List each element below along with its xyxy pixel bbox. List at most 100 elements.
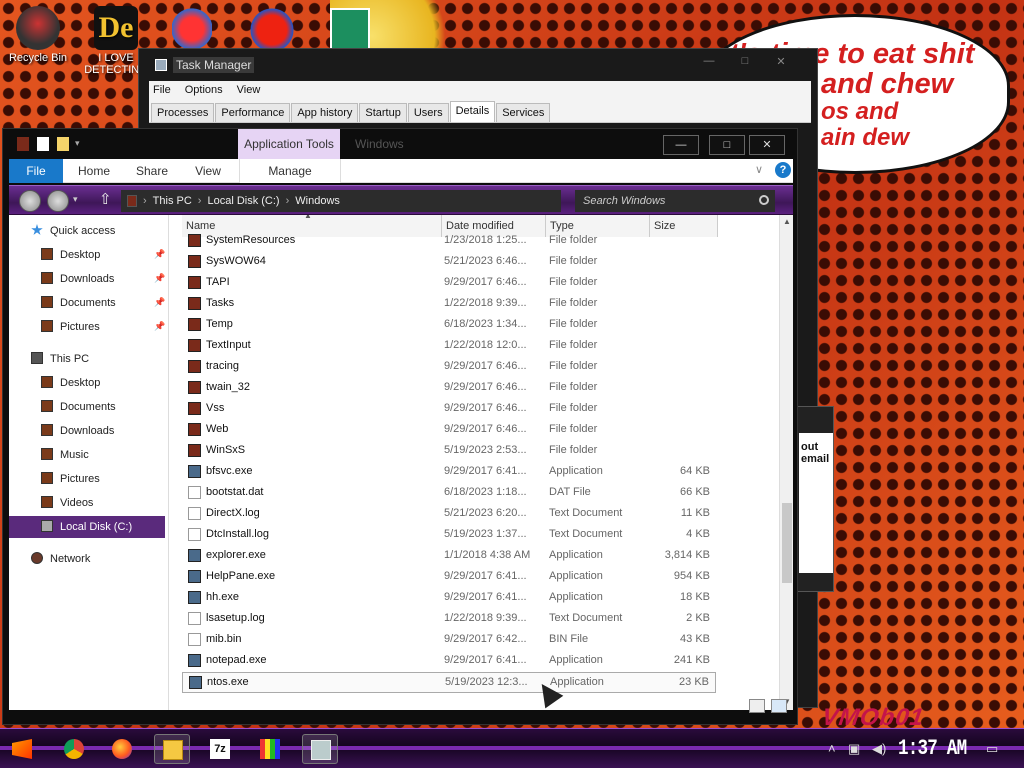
file-row[interactable]: SystemResources 1/23/2018 1:25... File fol… <box>182 231 716 252</box>
file-row[interactable]: WinSxS 5/19/2023 2:53... File folder <box>182 441 716 462</box>
nav-pc-downloads[interactable]: Downloads <box>41 420 114 442</box>
taskbar-paint[interactable] <box>252 734 288 764</box>
file-row[interactable]: Tasks 1/22/2018 9:39... File folder <box>182 294 716 315</box>
nav-pc-videos[interactable]: Videos <box>41 492 93 514</box>
taskbar-7zip[interactable]: 7z <box>202 734 238 764</box>
tab-performance[interactable]: Performance <box>215 103 291 122</box>
notifications-icon[interactable]: ▭ <box>986 741 998 757</box>
file-row[interactable]: SysWOW64 5/21/2023 6:46... File folder <box>182 252 716 273</box>
help-icon[interactable]: ? <box>775 162 791 178</box>
file-row[interactable]: DtcInstall.log 5/19/2023 1:37... Text Docu… <box>182 525 716 546</box>
file-row[interactable]: DirectX.log 5/21/2023 6:20... Text Documen… <box>182 504 716 525</box>
nav-local-disk[interactable]: Local Disk (C:) <box>9 516 165 538</box>
file-row[interactable]: ntos.exe 5/19/2023 12:3... Application 23 K… <box>182 672 716 693</box>
nav-quick-pictures[interactable]: Pictures <box>41 316 100 338</box>
desktop-icon-recycle-bin[interactable]: Recycle Bin <box>0 6 76 64</box>
background-dialog[interactable]: out email <box>796 406 834 592</box>
file-row[interactable]: Web 9/29/2017 6:46... File folder <box>182 420 716 441</box>
expand-ribbon-icon[interactable]: ∨ <box>755 163 763 176</box>
taskbar-chrome[interactable] <box>56 734 92 764</box>
ribbon-tab-manage[interactable]: Manage <box>239 159 341 183</box>
nav-network[interactable]: Network <box>31 548 90 570</box>
nav-pc-pictures[interactable]: Pictures <box>41 468 100 490</box>
nav-quick-desktop[interactable]: Desktop <box>41 244 100 266</box>
pin-icon[interactable]: 📌 <box>154 249 165 260</box>
menu-file[interactable]: File <box>153 84 171 96</box>
breadcrumb-windows[interactable]: Windows <box>295 195 340 207</box>
pin-icon[interactable]: 📌 <box>154 273 165 284</box>
breadcrumb-local-disk[interactable]: Local Disk (C:) <box>207 195 279 207</box>
back-button[interactable] <box>19 190 41 212</box>
close-button[interactable]: ✕ <box>749 135 785 155</box>
vertical-scrollbar[interactable]: ▲ ▼ <box>779 215 793 710</box>
large-icons-view-icon[interactable] <box>771 699 787 713</box>
explorer-window[interactable]: ▾ Application Tools Windows — □ ✕ File H… <box>2 128 798 725</box>
file-row[interactable]: bfsvc.exe 9/29/2017 6:41... Application 64 … <box>182 462 716 483</box>
file-row[interactable]: explorer.exe 1/1/2018 4:38 AM Application 3… <box>182 546 716 567</box>
file-row[interactable]: Vss 9/29/2017 6:46... File folder <box>182 399 716 420</box>
network-tray-icon[interactable]: ▣ <box>848 741 860 757</box>
menu-view[interactable]: View <box>237 84 261 96</box>
file-row[interactable]: twain_32 9/29/2017 6:46... File folder <box>182 378 716 399</box>
file-row[interactable]: bootstat.dat 6/18/2023 1:18... DAT File 66 … <box>182 483 716 504</box>
file-row[interactable]: mib.bin 9/29/2017 6:42... BIN File 43 KB <box>182 630 716 651</box>
nav-quick-documents[interactable]: Documents <box>41 292 116 314</box>
close-button[interactable]: ✕ <box>767 55 795 73</box>
show-hidden-icons-icon[interactable]: ˄ <box>828 741 836 756</box>
address-bar[interactable]: › This PC › Local Disk (C:) › Windows <box>121 190 561 212</box>
scroll-thumb[interactable] <box>782 503 792 583</box>
nav-quick-access[interactable]: Quick access <box>31 220 115 242</box>
breadcrumb-this-pc[interactable]: This PC <box>153 195 192 207</box>
nav-quick-downloads[interactable]: Downloads <box>41 268 114 290</box>
file-row[interactable]: notepad.exe 9/29/2017 6:41... Application 2… <box>182 651 716 672</box>
maximize-button[interactable]: □ <box>731 55 759 73</box>
p-logo-icon[interactable] <box>248 8 296 52</box>
recent-locations-icon[interactable]: ▾ <box>73 194 78 205</box>
nav-pc-documents[interactable]: Documents <box>41 396 116 418</box>
new-folder-icon[interactable] <box>57 137 69 151</box>
minimize-button[interactable]: — <box>663 135 699 155</box>
chevron-down-icon[interactable]: ▾ <box>75 138 80 149</box>
search-icon[interactable] <box>759 195 769 205</box>
tab-users[interactable]: Users <box>407 103 449 122</box>
window-icon[interactable] <box>17 137 29 151</box>
taskbar-firefox[interactable] <box>104 734 140 764</box>
file-row[interactable]: TextInput 1/22/2018 12:0... File folder <box>182 336 716 357</box>
pokemon-icon[interactable] <box>172 8 212 50</box>
start-button[interactable] <box>4 734 40 764</box>
file-row[interactable]: lsasetup.log 1/22/2018 9:39... Text Docume… <box>182 609 716 630</box>
nav-this-pc[interactable]: This PC <box>31 348 89 370</box>
properties-icon[interactable] <box>37 137 49 151</box>
file-row[interactable]: TAPI 9/29/2017 6:46... File folder <box>182 273 716 294</box>
publisher-icon[interactable] <box>330 8 370 50</box>
ribbon-tab-home[interactable]: Home <box>69 159 119 183</box>
up-arrow-icon[interactable]: ⇧ <box>99 190 112 208</box>
maximize-button[interactable]: □ <box>709 135 745 155</box>
tab-app-history[interactable]: App history <box>291 103 359 122</box>
taskbar-task-manager[interactable] <box>302 734 338 764</box>
tab-processes[interactable]: Processes <box>151 103 215 122</box>
file-row[interactable]: Temp 6/18/2023 1:34... File folder <box>182 315 716 336</box>
minimize-button[interactable]: — <box>695 55 723 73</box>
nav-pc-music[interactable]: Music <box>41 444 89 466</box>
tab-services[interactable]: Services <box>496 103 551 122</box>
menu-options[interactable]: Options <box>185 84 223 96</box>
volume-icon[interactable]: ◀) <box>872 741 886 757</box>
tab-details[interactable]: Details <box>449 101 496 122</box>
pin-icon[interactable]: 📌 <box>154 321 165 332</box>
forward-button[interactable] <box>47 190 69 212</box>
clock[interactable]: 1:37 AM <box>898 736 967 761</box>
file-row[interactable]: tracing 9/29/2017 6:46... File folder <box>182 357 716 378</box>
ribbon-tab-file[interactable]: File <box>9 159 63 183</box>
pin-icon[interactable]: 📌 <box>154 297 165 308</box>
taskbar-file-explorer[interactable] <box>154 734 190 764</box>
ribbon-tab-share[interactable]: Share <box>127 159 177 183</box>
scroll-up-icon[interactable]: ▲ <box>783 217 791 226</box>
search-input[interactable]: Search Windows <box>575 190 775 212</box>
nav-pc-desktop[interactable]: Desktop <box>41 372 100 394</box>
file-row[interactable]: hh.exe 9/29/2017 6:41... Application 18 KB <box>182 588 716 609</box>
details-view-icon[interactable] <box>749 699 765 713</box>
tab-startup[interactable]: Startup <box>359 103 407 122</box>
ribbon-tab-view[interactable]: View <box>183 159 233 183</box>
file-row[interactable]: HelpPane.exe 9/29/2017 6:41... Application… <box>182 567 716 588</box>
